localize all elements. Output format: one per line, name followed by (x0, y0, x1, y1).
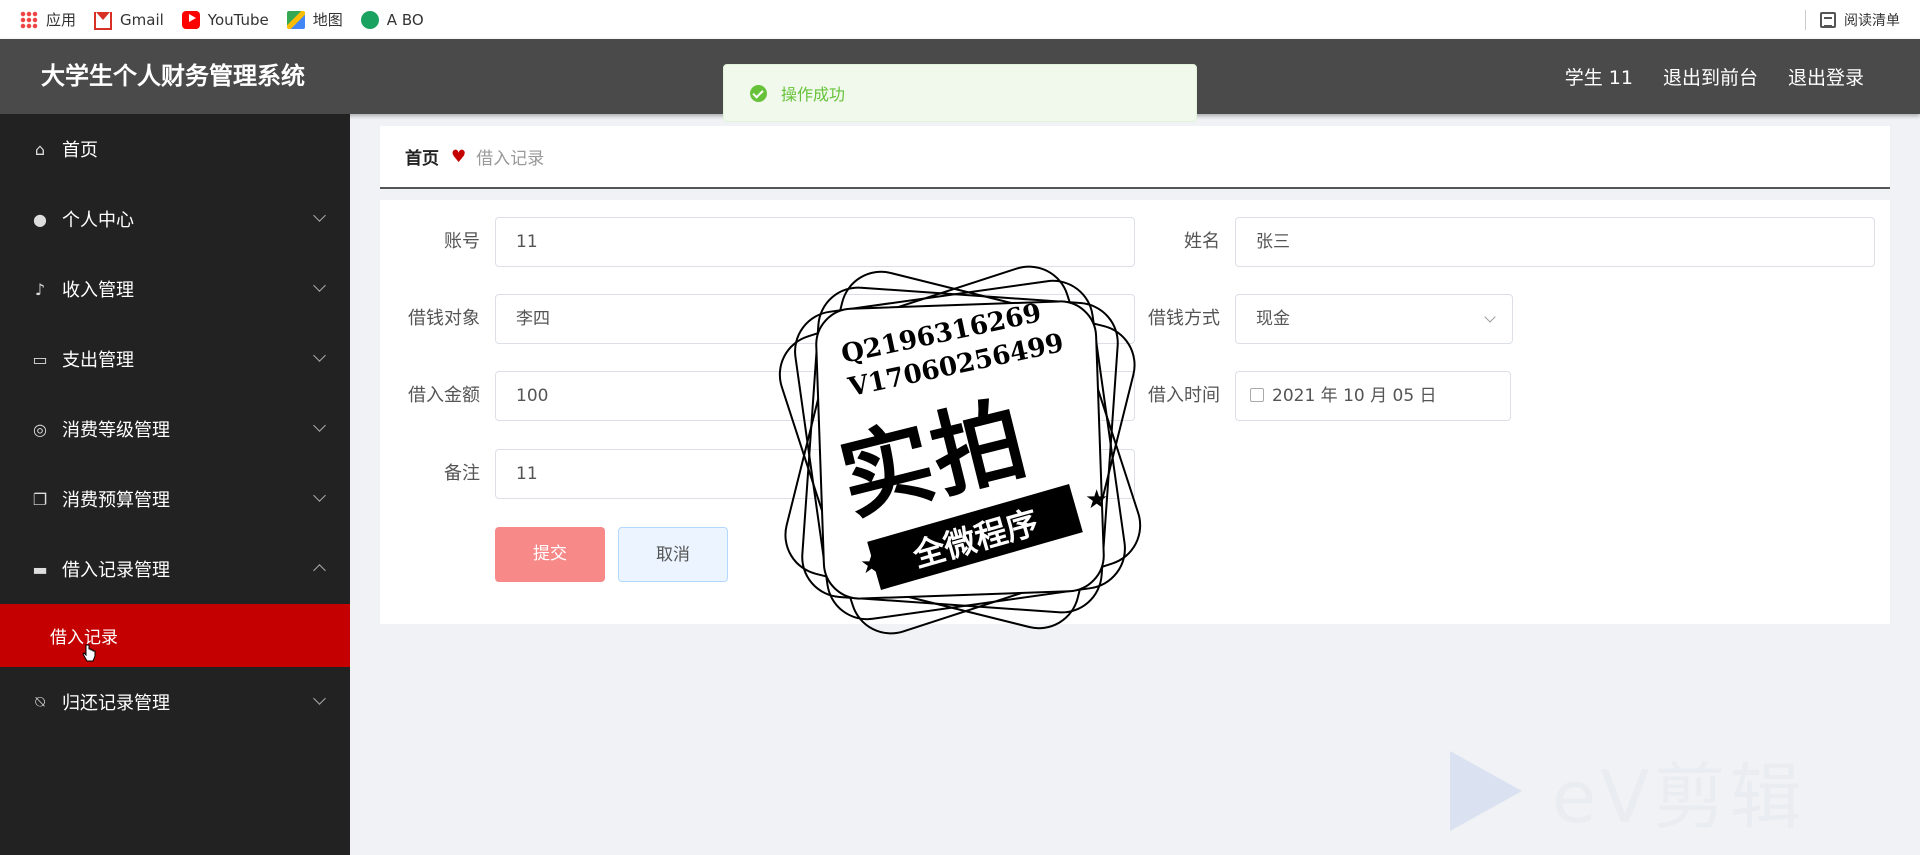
play-icon (1450, 750, 1522, 831)
exit-to-frontend-link[interactable]: 退出到前台 (1663, 63, 1758, 90)
breadcrumb-current: 借入记录 (476, 149, 545, 169)
chevron-down-icon (313, 209, 326, 222)
breadcrumb-home[interactable]: 首页 (405, 144, 439, 169)
chevron-down-icon (313, 279, 326, 292)
sidebar-item-consumption-budget[interactable]: ❐ 消费预算管理 (0, 464, 350, 534)
calendar-icon (1250, 388, 1264, 402)
user-icon: ● (33, 209, 47, 229)
target-icon: ◎ (33, 419, 47, 439)
chevron-down-icon (313, 692, 326, 705)
reading-list-icon (1820, 11, 1836, 28)
sidebar-item-consumption-level[interactable]: ◎ 消费等级管理 (0, 394, 350, 464)
bookmark-apps[interactable]: 应用 (20, 9, 76, 30)
home-icon: ⌂ (34, 139, 46, 159)
check-circle-icon (750, 84, 767, 102)
logout-link[interactable]: 退出登录 (1788, 63, 1864, 90)
sidebar-item-income[interactable]: ♪ 收入管理 (0, 254, 350, 324)
chevron-up-icon (313, 564, 326, 577)
account-label: 账号 (444, 231, 480, 252)
date-picker[interactable]: 2021 年 10 月 05 日 (1235, 371, 1511, 421)
bell-off-icon: ⍉ (35, 692, 45, 711)
copy-icon: ❐ (32, 489, 48, 509)
bookmark-abo[interactable]: A BO (360, 10, 424, 29)
chevron-down-icon (1484, 311, 1496, 323)
lender-label: 借钱对象 (408, 308, 480, 329)
maps-icon (286, 10, 305, 29)
ev-watermark: eV剪辑 (1450, 738, 1806, 843)
hand-cursor-icon (82, 644, 96, 662)
divider (1805, 9, 1806, 30)
bookmarks-bar: 应用 Gmail YouTube 地图 A BO 阅读清单 (0, 0, 1920, 39)
sidebar-item-expense[interactable]: ▭ 支出管理 (0, 324, 350, 394)
chevron-down-icon (313, 349, 326, 362)
ticket-icon: ▬ (32, 559, 48, 579)
microphone-icon: ♪ (34, 279, 46, 299)
sidebar-item-personal-center[interactable]: ● 个人中心 (0, 184, 350, 254)
heart-icon: ♥ (451, 146, 467, 167)
name-field[interactable]: 张三 (1235, 217, 1875, 267)
bookmark-maps[interactable]: 地图 (286, 9, 343, 30)
chat-icon: ▭ (32, 349, 48, 369)
chevron-down-icon (313, 419, 326, 432)
amount-label: 借入金额 (408, 385, 480, 406)
youtube-icon (181, 10, 200, 29)
bookmark-gmail[interactable]: Gmail (94, 10, 164, 30)
current-user: 学生 11 (1564, 67, 1633, 89)
note-label: 备注 (444, 463, 480, 484)
success-toast: 操作成功 (723, 64, 1197, 122)
sidebar-item-return-records[interactable]: ⍉ 归还记录管理 (0, 667, 350, 737)
sidebar-item-borrow-records[interactable]: ▬ 借入记录管理 (0, 534, 350, 604)
star-icon: ★ (860, 550, 884, 580)
stamp-watermark: Q2196316269 V17060256499 实拍 全微程序 ★ ★ (760, 250, 1160, 650)
cancel-button[interactable]: 取消 (618, 527, 728, 582)
gmail-icon (94, 11, 113, 30)
sidebar-item-home[interactable]: ⌂ 首页 (0, 114, 350, 184)
star-icon: ★ (1085, 485, 1109, 515)
app-title: 大学生个人财务管理系统 (41, 62, 305, 90)
chevron-down-icon (313, 489, 326, 502)
bookmark-youtube[interactable]: YouTube (181, 10, 269, 29)
sidebar: ⌂ 首页 ● 个人中心 ♪ 收入管理 ▭ 支出管理 ◎ 消费等级管理 ❐ 消费预… (0, 114, 350, 855)
method-select[interactable]: 现金 (1235, 294, 1513, 344)
submit-button[interactable]: 提交 (495, 527, 605, 582)
toast-message: 操作成功 (781, 85, 846, 104)
reading-list[interactable]: 阅读清单 (1805, 0, 1900, 39)
header-actions: 学生 11 退出到前台 退出登录 (1535, 39, 1864, 114)
sidebar-subitem-borrow-record[interactable]: 借入记录 (0, 604, 350, 667)
breadcrumb: 首页 ♥ 借入记录 (380, 126, 1890, 189)
abo-icon (360, 10, 379, 29)
apps-grid-icon (20, 10, 38, 29)
